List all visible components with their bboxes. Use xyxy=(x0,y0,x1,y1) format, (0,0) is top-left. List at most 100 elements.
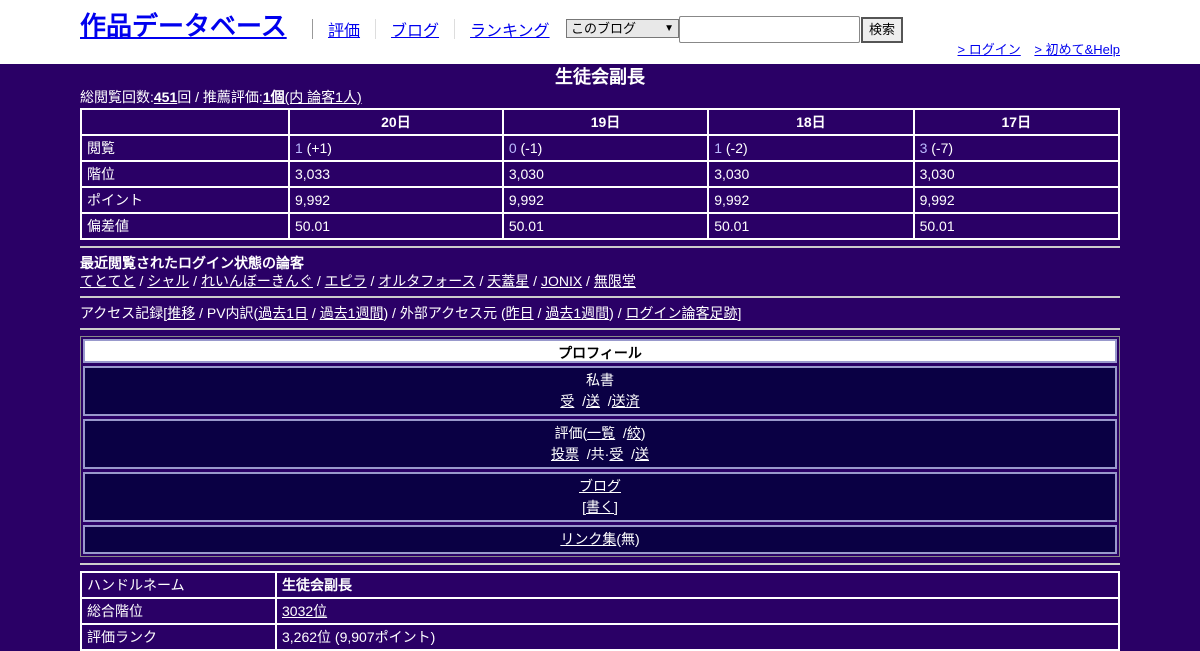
search-button[interactable]: 検索 xyxy=(861,17,903,43)
stats-cell: 9,992 xyxy=(288,186,504,214)
summary-prefix: 総閲覧回数: xyxy=(80,89,154,105)
stats-row-label: 偏差値 xyxy=(80,212,290,240)
write-blog-link[interactable]: 書く xyxy=(586,499,614,515)
recent-user-link[interactable]: エピラ xyxy=(325,273,367,289)
main-content: 生徒会副長 総閲覧回数:451回 / 推薦評価:1個(内 論客1人) 20日 1… xyxy=(80,64,1121,651)
info-row: 評価ランク 3,262位 (9,907ポイント) xyxy=(80,623,1120,651)
recent-users-title: 最近閲覧されたログイン状態の論客 xyxy=(80,255,304,271)
stats-row-label: 階位 xyxy=(80,160,290,188)
referrer-past-week-link[interactable]: 過去1週間 xyxy=(545,305,609,321)
login-footprints-link[interactable]: ログイン論客足跡 xyxy=(625,305,737,321)
secretary-box: 私書 受 /送 /送済 xyxy=(83,366,1117,416)
stats-cell: 1 (+1) xyxy=(288,134,504,162)
stats-cell: 9,992 xyxy=(501,186,710,214)
stats-header-row: 20日 19日 18日 17日 xyxy=(80,108,1121,136)
stats-header-cell xyxy=(80,108,290,136)
vote-link[interactable]: 投票 xyxy=(551,446,579,462)
profile-panel: プロフィール 私書 受 /送 /送済 評価(一覧 /絞) 投票 /共·受 /送 … xyxy=(80,336,1120,557)
recommend-detail-link[interactable]: (内 論客1人) xyxy=(285,89,362,105)
links-box: リンク集(無) xyxy=(83,525,1117,554)
info-row: ハンドルネーム 生徒会副長 xyxy=(80,571,1120,599)
rating-list-link[interactable]: 一覧 xyxy=(587,425,615,441)
secretary-title: 私書 xyxy=(586,372,614,388)
stats-cell: 3,030 xyxy=(501,160,710,188)
info-value: 3032位 xyxy=(275,597,1120,625)
daily-stats-table: 20日 19日 18日 17日 閲覧 1 (+1) 0 (-1) 1 (-2) … xyxy=(80,108,1121,240)
nav-ranking-link[interactable]: ランキング xyxy=(455,17,565,41)
link-collection-link[interactable]: リンク集 xyxy=(560,531,616,547)
recent-user-link[interactable]: オルタフォース xyxy=(378,273,475,289)
info-label: 総合階位 xyxy=(80,597,277,625)
profile-heading: プロフィール xyxy=(83,339,1117,363)
divider xyxy=(80,328,1120,330)
total-views-link[interactable]: 451 xyxy=(154,89,177,105)
nav-rating-link[interactable]: 評価 xyxy=(313,17,375,41)
stats-cell: 3 (-7) xyxy=(912,134,1121,162)
header-bar: 作品データベース 評価 ブログ ランキング このブログ ▼ 検索 > ログイン … xyxy=(0,0,1200,64)
blog-link[interactable]: ブログ xyxy=(579,478,621,494)
recent-user-link[interactable]: 天蓋星 xyxy=(487,273,529,289)
stats-header-cell: 19日 xyxy=(501,108,710,136)
stats-cell: 9,992 xyxy=(707,186,915,214)
search-scope-value: このブログ xyxy=(571,21,637,36)
stats-header-cell: 20日 xyxy=(288,108,504,136)
recent-user-link[interactable]: シャル xyxy=(147,273,189,289)
stats-row-label: ポイント xyxy=(80,186,290,214)
access-trend-link[interactable]: 推移 xyxy=(167,305,195,321)
recent-users-list: てとてと / シャル / れいんぼーきんぐ / エピラ / オルタフォース / … xyxy=(80,273,636,289)
search-scope-select[interactable]: このブログ ▼ xyxy=(566,19,679,38)
access-log-line: アクセス記録[推移 / PV内訳(過去1日 / 過去1週間) / 外部アクセス元… xyxy=(80,305,742,321)
pv-past-week-link[interactable]: 過去1週間 xyxy=(320,305,384,321)
rating-sent-link[interactable]: 送 xyxy=(635,446,649,462)
user-links: > ログイン > 初めて&Help xyxy=(948,39,1120,58)
divider xyxy=(80,296,1120,298)
rating-box: 評価(一覧 /絞) 投票 /共·受 /送 xyxy=(83,419,1117,469)
info-value: 生徒会副長 xyxy=(275,571,1120,599)
stats-cell: 1 (-2) xyxy=(707,134,915,162)
stats-cell: 50.01 xyxy=(288,212,504,240)
info-value: 3,262位 (9,907ポイント) xyxy=(275,623,1120,651)
stats-row: 階位 3,033 3,030 3,030 3,030 xyxy=(80,160,1121,188)
help-link[interactable]: > 初めて&Help xyxy=(1034,42,1120,57)
stats-cell: 3,030 xyxy=(912,160,1121,188)
summary-mid: 回 / 推薦評価: xyxy=(177,89,263,105)
recent-user-link[interactable]: JONIX xyxy=(541,273,582,289)
sent-link[interactable]: 送済 xyxy=(612,393,640,409)
summary-line: 総閲覧回数:451回 / 推薦評価:1個(内 論客1人) xyxy=(80,88,1120,107)
page-title: 生徒会副長 xyxy=(555,67,645,87)
referrer-yesterday-link[interactable]: 昨日 xyxy=(506,305,534,321)
site-title-link[interactable]: 作品データベース xyxy=(80,6,287,43)
rating-filter-link[interactable]: 絞 xyxy=(627,425,641,441)
recent-user-link[interactable]: 無限堂 xyxy=(594,273,636,289)
send-link[interactable]: 送 xyxy=(586,393,600,409)
stats-cell: 50.01 xyxy=(501,212,710,240)
stats-row-label: 閲覧 xyxy=(80,134,290,162)
stats-cell: 3,033 xyxy=(288,160,504,188)
inbox-link[interactable]: 受 xyxy=(560,393,574,409)
dropdown-arrow-icon: ▼ xyxy=(664,23,674,34)
stats-cell: 9,992 xyxy=(912,186,1121,214)
stats-cell: 50.01 xyxy=(707,212,915,240)
stats-row: 偏差値 50.01 50.01 50.01 50.01 xyxy=(80,212,1121,240)
stats-row: ポイント 9,992 9,992 9,992 9,992 xyxy=(80,186,1121,214)
divider xyxy=(80,246,1120,248)
login-link[interactable]: > ログイン xyxy=(958,42,1021,57)
overall-rank-link[interactable]: 3032位 xyxy=(282,603,327,619)
rating-received-link[interactable]: 受 xyxy=(609,446,623,462)
blog-box: ブログ [書く] xyxy=(83,472,1117,522)
recent-user-link[interactable]: てとてと xyxy=(80,273,136,289)
recommend-count-link[interactable]: 1個 xyxy=(263,89,285,105)
nav-blog-link[interactable]: ブログ xyxy=(376,17,454,41)
pv-past-day-link[interactable]: 過去1日 xyxy=(258,305,308,321)
stats-cell: 0 (-1) xyxy=(501,134,710,162)
profile-info-table: ハンドルネーム 生徒会副長 総合階位 3032位 評価ランク 3,262位 (9… xyxy=(80,571,1120,651)
stats-cell: 50.01 xyxy=(912,212,1121,240)
stats-header-cell: 18日 xyxy=(707,108,915,136)
search-input[interactable] xyxy=(679,16,860,43)
info-row: 総合階位 3032位 xyxy=(80,597,1120,625)
recent-user-link[interactable]: れいんぼーきんぐ xyxy=(201,273,313,289)
info-label: ハンドルネーム xyxy=(80,571,277,599)
stats-cell: 3,030 xyxy=(707,160,915,188)
info-label: 評価ランク xyxy=(80,623,277,651)
main-nav: 評価 ブログ ランキング xyxy=(312,17,565,41)
